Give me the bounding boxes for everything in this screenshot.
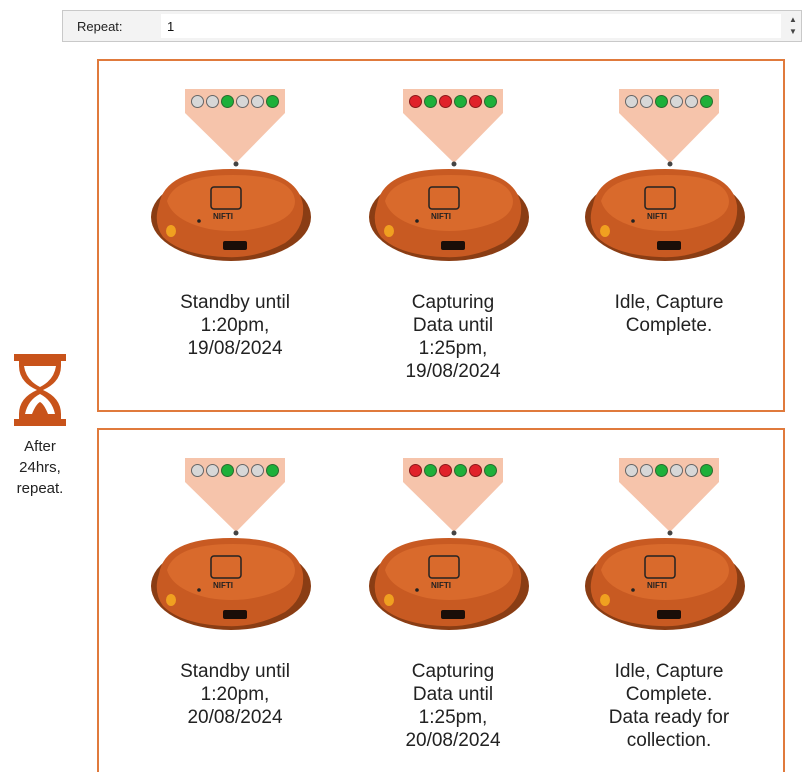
device-brand: NIFTI <box>431 212 451 221</box>
device-icon: NIFTI <box>151 538 311 630</box>
led-strip <box>403 458 503 482</box>
device-status-caption: Standby until 1:20pm, 20/08/2024 <box>180 661 290 728</box>
led-green <box>266 463 279 477</box>
device-icon: NIFTI <box>369 169 529 261</box>
device-status-caption: Idle, Capture Complete. Data ready for c… <box>608 661 730 751</box>
led-green <box>700 463 713 477</box>
hourglass-icon <box>14 354 66 431</box>
led-off <box>670 463 683 477</box>
day-1-panel: NIFTI Standby until 1:20pm, 19/08/2024 N… <box>97 59 785 412</box>
led-strip <box>403 89 503 113</box>
led-off <box>670 94 683 108</box>
led-off <box>191 463 204 477</box>
led-green <box>454 94 467 108</box>
device-status-caption: Capturing Data until 1:25pm, 20/08/2024 <box>405 661 501 751</box>
device-card-2-1: NIFTI Standby until 1:20pm, 20/08/2024 <box>117 430 337 760</box>
led-red <box>439 94 452 108</box>
led-green <box>266 94 279 108</box>
led-green <box>484 94 497 108</box>
led-strip <box>619 458 719 482</box>
device-brand: NIFTI <box>213 212 233 221</box>
led-off <box>685 463 698 477</box>
device-status-caption: Capturing Data until 1:25pm, 19/08/2024 <box>405 292 501 382</box>
led-strip <box>619 89 719 113</box>
led-strip <box>185 458 285 482</box>
led-green <box>655 94 668 108</box>
led-off <box>685 94 698 108</box>
led-green <box>424 463 437 477</box>
led-strip <box>185 89 285 113</box>
device-brand: NIFTI <box>431 581 451 590</box>
led-green <box>424 94 437 108</box>
day-2-panel: NIFTI Standby until 1:20pm, 20/08/2024 N… <box>97 428 785 772</box>
device-brand: NIFTI <box>213 581 233 590</box>
led-off <box>206 94 219 108</box>
led-red <box>409 463 422 477</box>
led-red <box>469 463 482 477</box>
repeat-spinner[interactable]: ▲ ▼ <box>787 15 799 37</box>
device-card-1-2: NIFTI Capturing Data until 1:25pm, 19/08… <box>335 61 555 391</box>
repeat-note: After 24hrs, repeat. <box>16 438 64 497</box>
device-brand: NIFTI <box>647 212 667 221</box>
led-off <box>191 94 204 108</box>
led-off <box>251 94 264 108</box>
led-off <box>236 94 249 108</box>
led-red <box>409 94 422 108</box>
device-icon: NIFTI <box>585 538 745 630</box>
device-card-1-1: NIFTI Standby until 1:20pm, 19/08/2024 <box>117 61 337 391</box>
led-off <box>236 463 249 477</box>
led-green <box>454 463 467 477</box>
device-icon: NIFTI <box>369 538 529 630</box>
led-off <box>251 463 264 477</box>
repeat-label: Repeat: <box>77 19 123 34</box>
device-icon: NIFTI <box>151 169 311 261</box>
device-brand: NIFTI <box>647 581 667 590</box>
led-green <box>484 463 497 477</box>
device-card-2-3: NIFTI Idle, Capture Complete. Data ready… <box>551 430 771 760</box>
led-off <box>625 463 638 477</box>
led-off <box>640 94 653 108</box>
led-off <box>206 463 219 477</box>
spin-up-icon[interactable]: ▲ <box>789 15 797 25</box>
device-card-1-3: NIFTI Idle, Capture Complete. <box>551 61 771 391</box>
led-green <box>221 94 234 108</box>
led-red <box>469 94 482 108</box>
led-green <box>700 94 713 108</box>
led-green <box>655 463 668 477</box>
device-status-caption: Standby until 1:20pm, 19/08/2024 <box>180 292 290 359</box>
led-off <box>640 463 653 477</box>
device-card-2-2: NIFTI Capturing Data until 1:25pm, 20/08… <box>335 430 555 760</box>
device-icon: NIFTI <box>585 169 745 261</box>
led-red <box>439 463 452 477</box>
device-status-caption: Idle, Capture Complete. <box>614 292 724 336</box>
repeat-bar: Repeat: ▲ ▼ <box>62 10 802 42</box>
led-off <box>625 94 638 108</box>
repeat-input[interactable] <box>161 14 781 38</box>
spin-down-icon[interactable]: ▼ <box>789 27 797 37</box>
led-green <box>221 463 234 477</box>
